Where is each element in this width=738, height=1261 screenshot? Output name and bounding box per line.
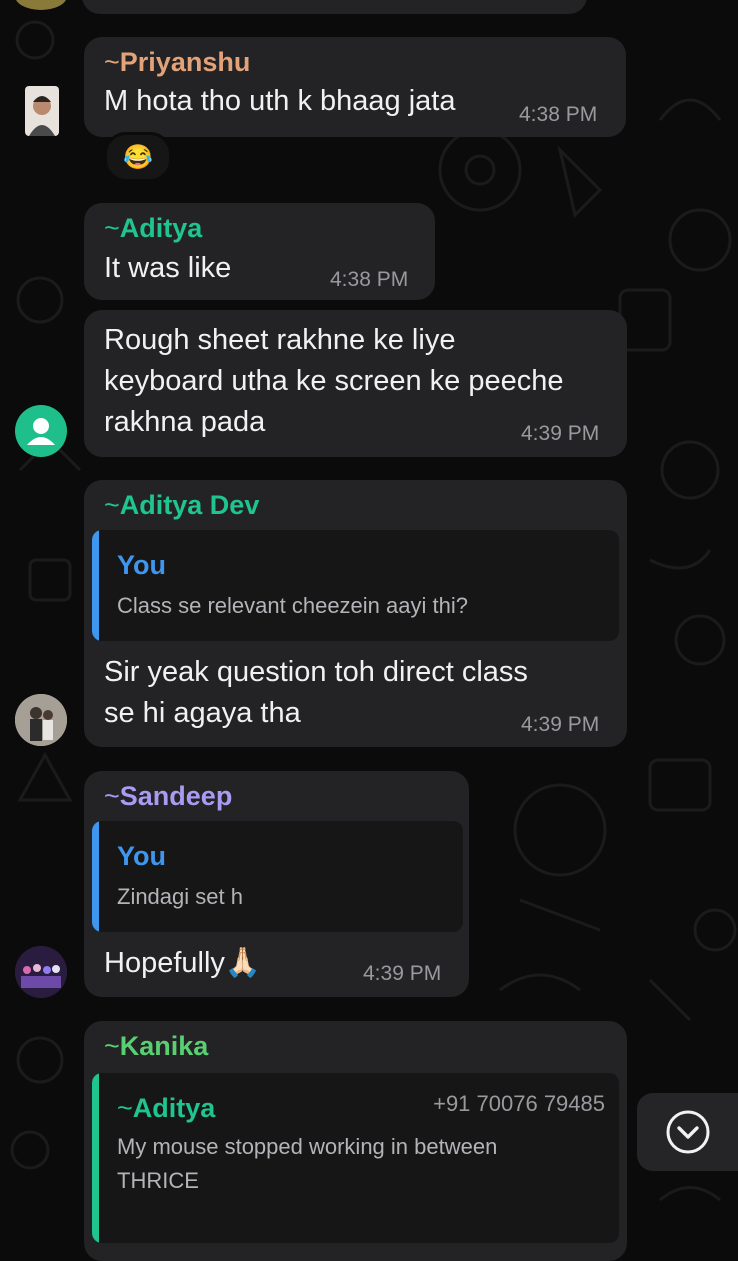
- message-bubble-aditya[interactable]: ~Aditya It was like 4:38 PM: [84, 203, 435, 300]
- message-time: 4:38 PM: [519, 103, 598, 126]
- quoted-sender: ~Aditya: [117, 1093, 216, 1123]
- message-text: M hota tho uth k bhaag jata: [104, 85, 456, 117]
- quoted-text: Class se relevant cheezein aayi thi?: [117, 593, 468, 618]
- quoted-text-line-1: My mouse stopped working in between: [117, 1134, 498, 1159]
- sender-name[interactable]: ~Aditya: [104, 213, 202, 244]
- previous-message-bubble[interactable]: [82, 0, 587, 14]
- message-text-line-2: se hi agaya tha: [104, 697, 301, 729]
- message-time: 4:39 PM: [521, 422, 600, 445]
- priyanshu-avatar[interactable]: [25, 86, 59, 136]
- message-bubble-continuation[interactable]: Rough sheet rakhne ke liye keyboard utha…: [84, 310, 627, 457]
- message-text-line-1: Sir yeak question toh direct class: [104, 656, 528, 688]
- message-time: 4:38 PM: [330, 268, 409, 291]
- quoted-message[interactable]: You Zindagi set h: [92, 821, 463, 932]
- quoted-message[interactable]: You Class se relevant cheezein aayi thi?: [92, 530, 619, 641]
- message-text-line-3: rakhna pada: [104, 406, 266, 438]
- quote-accent-bar: [92, 1073, 99, 1243]
- message-text: It was like: [104, 252, 232, 284]
- message-bubble-priyanshu[interactable]: ~Priyanshu M hota tho uth k bhaag jata 4…: [84, 37, 626, 137]
- aditya-dev-avatar[interactable]: [15, 694, 67, 746]
- quoted-phone: +91 70076 79485: [433, 1091, 605, 1116]
- person-icon: [27, 418, 55, 445]
- quote-accent-bar: [92, 821, 99, 932]
- sender-name[interactable]: ~Aditya Dev: [104, 490, 259, 521]
- sandeep-avatar[interactable]: [15, 946, 67, 998]
- quoted-message[interactable]: ~Aditya +91 70076 79485 My mouse stopped…: [92, 1073, 619, 1243]
- quoted-sender: You: [117, 841, 166, 871]
- message-text-line-2: keyboard utha ke screen ke peeche: [104, 365, 564, 397]
- quote-accent-bar: [92, 530, 99, 641]
- quoted-text: Zindagi set h: [117, 884, 243, 909]
- message-time: 4:39 PM: [363, 962, 442, 985]
- reaction-badge[interactable]: 😂: [104, 132, 172, 182]
- message-bubble-aditya-dev[interactable]: ~Aditya Dev You Class se relevant cheeze…: [84, 480, 627, 747]
- quoted-sender: You: [117, 550, 166, 580]
- sender-name[interactable]: ~Sandeep: [104, 781, 232, 812]
- scroll-to-bottom-button[interactable]: [637, 1093, 738, 1171]
- default-avatar[interactable]: [15, 405, 67, 457]
- sender-name[interactable]: ~Priyanshu: [104, 47, 250, 78]
- quoted-text-line-2: THRICE: [117, 1168, 199, 1193]
- laughing-emoji-icon: 😂: [123, 143, 153, 171]
- message-text-line-1: Rough sheet rakhne ke liye: [104, 324, 456, 356]
- message-time: 4:39 PM: [521, 713, 600, 736]
- sender-name[interactable]: ~Kanika: [104, 1031, 208, 1062]
- message-bubble-kanika[interactable]: ~Kanika ~Aditya +91 70076 79485 My mouse…: [84, 1021, 627, 1261]
- message-text: Hopefully🙏🏻: [104, 947, 262, 979]
- message-bubble-sandeep[interactable]: ~Sandeep You Zindagi set h Hopefully🙏🏻 4…: [84, 771, 469, 997]
- chevron-down-circle-icon: [666, 1110, 709, 1154]
